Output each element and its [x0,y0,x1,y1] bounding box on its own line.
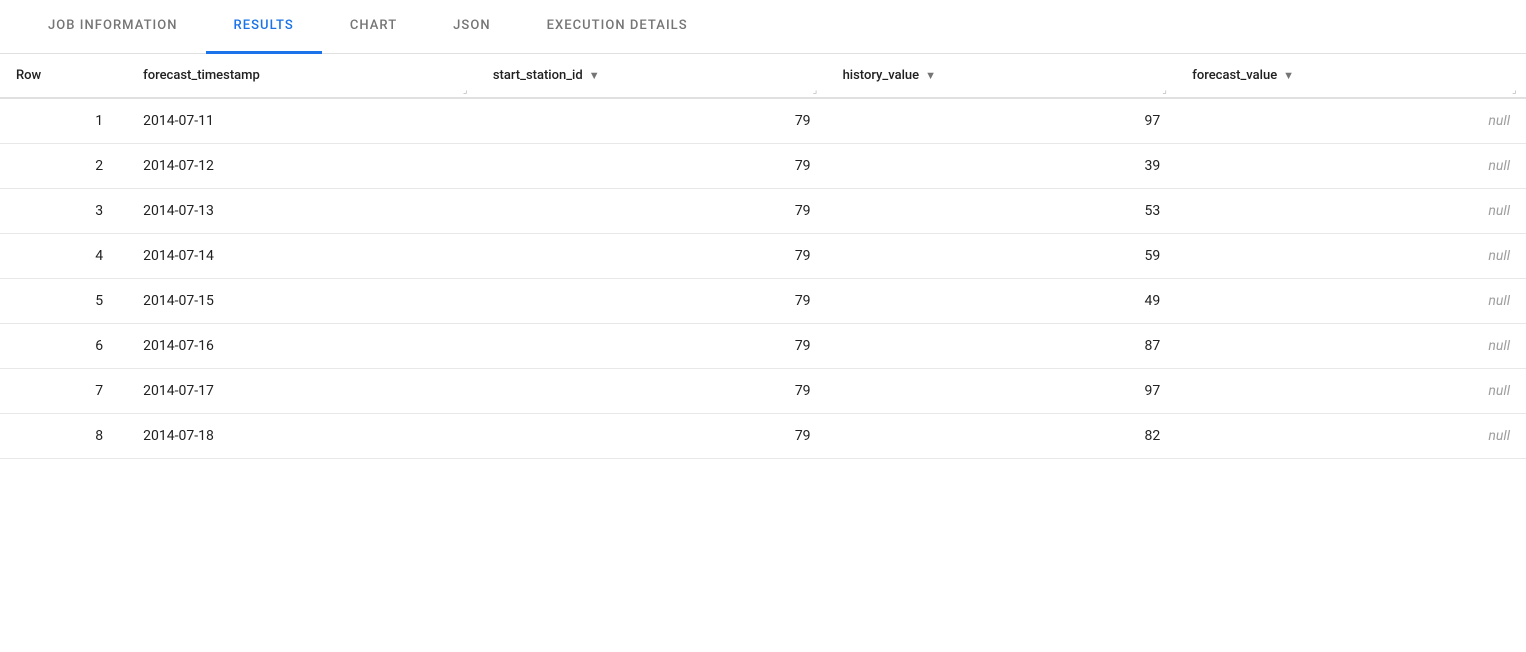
table-row: 82014-07-187982null [0,414,1526,459]
sort-icon-history-value: ▼ [925,69,936,82]
tab-job-information[interactable]: JOB INFORMATION [20,0,206,54]
cell-start-station-id: 79 [477,98,827,144]
cell-history-value: 97 [827,369,1177,414]
tab-bar: JOB INFORMATION RESULTS CHART JSON EXECU… [0,0,1526,54]
col-start-station-id-label: start_station_id [493,68,583,83]
table-row: 42014-07-147959null [0,234,1526,279]
tab-json-label: JSON [453,18,490,33]
cell-row-num: 4 [0,234,127,279]
cell-row-num: 8 [0,414,127,459]
cell-history-value: 53 [827,189,1177,234]
cell-forecast-timestamp: 2014-07-13 [127,189,477,234]
tab-chart[interactable]: CHART [322,0,425,54]
tab-job-information-label: JOB INFORMATION [48,18,178,33]
table-row: 52014-07-157949null [0,279,1526,324]
cell-history-value: 59 [827,234,1177,279]
cell-forecast-timestamp: 2014-07-14 [127,234,477,279]
cell-forecast-timestamp: 2014-07-12 [127,144,477,189]
tab-json[interactable]: JSON [425,0,518,54]
tab-execution-details[interactable]: EXECUTION DETAILS [519,0,716,54]
table-body: 12014-07-117997null22014-07-127939null32… [0,98,1526,459]
col-history-value-label: history_value [843,68,920,83]
cell-forecast-value: null [1176,98,1526,144]
cell-row-num: 2 [0,144,127,189]
col-header-row: Row [0,54,127,98]
resize-handle-history-value[interactable]: ⌟ [1162,85,1172,95]
cell-forecast-timestamp: 2014-07-18 [127,414,477,459]
col-forecast-timestamp-label: forecast_timestamp [143,68,260,83]
cell-start-station-id: 79 [477,324,827,369]
cell-forecast-value: null [1176,234,1526,279]
cell-start-station-id: 79 [477,279,827,324]
cell-forecast-timestamp: 2014-07-15 [127,279,477,324]
resize-handle-start-station-id[interactable]: ⌟ [813,85,823,95]
col-forecast-value-label: forecast_value [1192,68,1277,83]
tab-chart-label: CHART [350,18,397,33]
cell-start-station-id: 79 [477,234,827,279]
cell-history-value: 49 [827,279,1177,324]
cell-history-value: 82 [827,414,1177,459]
tab-results[interactable]: RESULTS [206,0,322,54]
cell-row-num: 3 [0,189,127,234]
cell-forecast-value: null [1176,324,1526,369]
table-header-row: Row forecast_timestamp ⌟ start_station_i… [0,54,1526,98]
table-row: 32014-07-137953null [0,189,1526,234]
sort-icon-start-station-id: ▼ [589,69,600,82]
cell-start-station-id: 79 [477,189,827,234]
table-container: Row forecast_timestamp ⌟ start_station_i… [0,54,1526,459]
cell-row-num: 1 [0,98,127,144]
table-row: 72014-07-177997null [0,369,1526,414]
resize-handle-forecast-timestamp[interactable]: ⌟ [463,85,473,95]
cell-forecast-value: null [1176,189,1526,234]
col-header-forecast-timestamp: forecast_timestamp ⌟ [127,54,477,98]
col-header-start-station-id[interactable]: start_station_id ▼ ⌟ [477,54,827,98]
cell-history-value: 97 [827,98,1177,144]
cell-row-num: 7 [0,369,127,414]
cell-forecast-value: null [1176,414,1526,459]
cell-forecast-timestamp: 2014-07-17 [127,369,477,414]
results-table: Row forecast_timestamp ⌟ start_station_i… [0,54,1526,459]
tab-execution-details-label: EXECUTION DETAILS [547,18,688,33]
cell-row-num: 5 [0,279,127,324]
cell-forecast-timestamp: 2014-07-16 [127,324,477,369]
table-row: 22014-07-127939null [0,144,1526,189]
cell-history-value: 87 [827,324,1177,369]
cell-forecast-value: null [1176,144,1526,189]
cell-forecast-value: null [1176,369,1526,414]
table-row: 12014-07-117997null [0,98,1526,144]
resize-handle-forecast-value[interactable]: ⌟ [1512,85,1522,95]
cell-start-station-id: 79 [477,144,827,189]
table-row: 62014-07-167987null [0,324,1526,369]
tab-results-label: RESULTS [234,18,294,33]
col-header-history-value[interactable]: history_value ▼ ⌟ [827,54,1177,98]
col-row-label: Row [16,68,41,83]
cell-forecast-timestamp: 2014-07-11 [127,98,477,144]
cell-forecast-value: null [1176,279,1526,324]
cell-row-num: 6 [0,324,127,369]
col-header-forecast-value[interactable]: forecast_value ▼ ⌟ [1176,54,1526,98]
cell-history-value: 39 [827,144,1177,189]
cell-start-station-id: 79 [477,414,827,459]
sort-icon-forecast-value: ▼ [1283,69,1294,82]
cell-start-station-id: 79 [477,369,827,414]
